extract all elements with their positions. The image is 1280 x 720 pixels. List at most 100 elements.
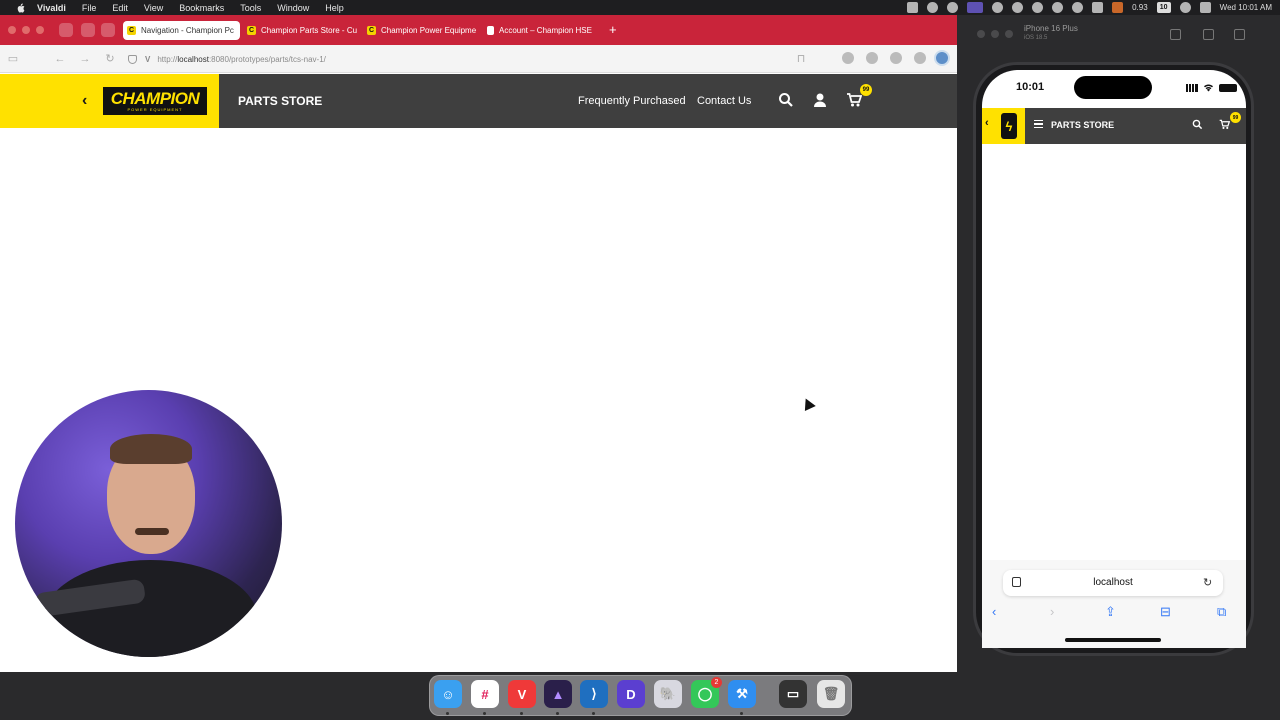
safari-bookmarks-icon[interactable]: ⊟ bbox=[1160, 604, 1171, 620]
home-icon[interactable] bbox=[1170, 29, 1181, 40]
trash-icon[interactable]: 🗑 bbox=[817, 680, 845, 708]
reload-icon[interactable]: ↻ bbox=[103, 52, 117, 66]
time-machine-icon[interactable] bbox=[947, 2, 959, 13]
vivaldi-menu-icon[interactable] bbox=[59, 23, 73, 37]
search-icon[interactable] bbox=[778, 92, 794, 108]
menu-help[interactable]: Help bbox=[325, 3, 344, 13]
sim-minimize-button[interactable] bbox=[991, 30, 999, 38]
moon-icon[interactable] bbox=[1052, 2, 1064, 13]
menubar-clock[interactable]: Wed 10:01 AM bbox=[1220, 3, 1272, 12]
extensions-puzzle-icon[interactable] bbox=[914, 52, 926, 64]
phone-status-icons bbox=[1186, 83, 1237, 92]
url-path: :8080/prototypes/parts/tcs-nav-1/ bbox=[208, 54, 326, 64]
menu-window[interactable]: Window bbox=[277, 3, 309, 13]
champion-favicon: C bbox=[127, 26, 136, 35]
extension-icon[interactable] bbox=[866, 52, 878, 64]
tab-parts-store[interactable]: C Champion Parts Store - Cu bbox=[243, 21, 358, 40]
account-icon[interactable] bbox=[812, 92, 828, 108]
sidebar-toggle-icon[interactable]: ▭ bbox=[6, 52, 20, 66]
safari-url-text[interactable]: localhost bbox=[1003, 577, 1223, 588]
vivaldi-icon[interactable]: V bbox=[508, 680, 536, 708]
cloud-icon[interactable] bbox=[890, 52, 902, 64]
camera-status-icon[interactable] bbox=[907, 2, 919, 13]
sim-close-button[interactable] bbox=[977, 30, 985, 38]
safari-reload-icon[interactable]: ↻ bbox=[1203, 576, 1212, 589]
menu-edit[interactable]: Edit bbox=[112, 3, 128, 13]
simulator-device-name: iPhone 16 Plus bbox=[1024, 24, 1078, 33]
new-tab-button[interactable]: + bbox=[609, 22, 617, 37]
window-minimize-button[interactable] bbox=[22, 26, 30, 34]
d-app-icon[interactable]: D bbox=[617, 680, 645, 708]
vscode-icon[interactable]: ⟩ bbox=[580, 680, 608, 708]
wifi-icon bbox=[1204, 84, 1213, 92]
safari-share-icon[interactable]: ⇪ bbox=[1105, 604, 1116, 620]
tab-stack-icon[interactable] bbox=[81, 23, 95, 37]
simulator-icon[interactable]: ▭ bbox=[779, 680, 807, 708]
safari-tabs-icon[interactable]: ⧉ bbox=[1217, 604, 1226, 620]
tab-account[interactable]: Account – Champion HSE bbox=[483, 21, 598, 40]
sim-zoom-button[interactable] bbox=[1005, 30, 1013, 38]
safari-forward-icon[interactable]: › bbox=[1050, 604, 1054, 619]
affinity-icon[interactable]: ▲ bbox=[544, 680, 572, 708]
screen-record-icon[interactable] bbox=[967, 2, 984, 13]
back-icon[interactable]: ← bbox=[53, 52, 67, 66]
tab-navigation[interactable]: C Navigation - Champion Pc bbox=[123, 21, 240, 40]
menu-file[interactable]: File bbox=[82, 3, 97, 13]
rotate-icon[interactable] bbox=[1234, 29, 1245, 40]
mobile-back-chevron-icon[interactable]: ‹ bbox=[985, 117, 989, 129]
phone-status-time: 10:01 bbox=[1016, 81, 1045, 93]
cart-icon[interactable] bbox=[846, 92, 862, 108]
menu-tools[interactable]: Tools bbox=[240, 3, 261, 13]
champion-logo[interactable]: CHAMPION POWER EQUIPMENT bbox=[103, 87, 207, 115]
profile-avatar[interactable] bbox=[934, 50, 950, 66]
menu-view[interactable]: View bbox=[144, 3, 163, 13]
nav-frequently-purchased[interactable]: Frequently Purchased bbox=[578, 95, 686, 107]
control-center-icon[interactable] bbox=[1199, 2, 1211, 13]
running-indicator bbox=[446, 712, 449, 715]
bookmark-icon[interactable]: ⊓ bbox=[794, 52, 808, 66]
screenshot-icon[interactable] bbox=[1203, 29, 1214, 40]
grammarly-icon[interactable] bbox=[927, 2, 939, 13]
champion-bolt-logo[interactable]: ϟ bbox=[1001, 113, 1017, 139]
presenter-mustache bbox=[135, 528, 169, 535]
workspaces-icon[interactable] bbox=[101, 23, 115, 37]
running-indicator bbox=[740, 712, 743, 715]
shield-icon[interactable] bbox=[128, 54, 137, 64]
google-icon[interactable] bbox=[1032, 2, 1044, 13]
window-close-button[interactable] bbox=[8, 26, 16, 34]
menu-bookmarks[interactable]: Bookmarks bbox=[179, 3, 224, 13]
nav-contact-us[interactable]: Contact Us bbox=[697, 95, 751, 107]
url-prefix: http:// bbox=[157, 54, 178, 64]
hamburger-menu-icon[interactable] bbox=[1034, 120, 1043, 128]
apple-menu-icon[interactable] bbox=[13, 1, 27, 15]
calendar-badge-icon[interactable]: 10 bbox=[1156, 2, 1171, 13]
tab-label: Champion Power Equipme bbox=[381, 26, 477, 35]
menu-app-name[interactable]: Vivaldi bbox=[37, 3, 66, 13]
home-indicator bbox=[1065, 638, 1161, 642]
battery-icon bbox=[1219, 83, 1237, 92]
finder-icon[interactable]: ☺ bbox=[434, 680, 462, 708]
url-input[interactable]: V http:// localhost :8080/prototypes/par… bbox=[128, 50, 812, 68]
extension-icon[interactable] bbox=[842, 52, 854, 64]
safari-back-icon[interactable]: ‹ bbox=[992, 604, 996, 619]
xcode-icon[interactable]: ⚒ bbox=[728, 680, 756, 708]
slack-icon[interactable]: # bbox=[471, 680, 499, 708]
signal-icon bbox=[1186, 83, 1198, 92]
focus-icon[interactable] bbox=[992, 2, 1004, 13]
champion-favicon: C bbox=[367, 26, 376, 35]
tableplus-icon[interactable]: 🐘 bbox=[654, 680, 682, 708]
mobile-cart-icon[interactable] bbox=[1219, 119, 1230, 130]
forward-icon[interactable]: → bbox=[78, 52, 92, 66]
back-chevron-icon[interactable]: ‹ bbox=[82, 92, 87, 110]
openai-icon[interactable] bbox=[1012, 2, 1024, 13]
lock-favicon bbox=[487, 26, 494, 35]
sync-icon[interactable] bbox=[1072, 2, 1084, 13]
tab-power-equipment[interactable]: C Champion Power Equipme bbox=[363, 21, 478, 40]
wifi-icon[interactable] bbox=[1179, 2, 1191, 13]
mobile-search-icon[interactable] bbox=[1192, 119, 1203, 130]
istat-value: 0.93 bbox=[1132, 3, 1148, 12]
logo-block: ‹ CHAMPION POWER EQUIPMENT bbox=[0, 74, 219, 128]
istat-menu-icon[interactable] bbox=[1112, 2, 1124, 13]
game-controller-icon[interactable] bbox=[1092, 2, 1104, 13]
window-zoom-button[interactable] bbox=[36, 26, 44, 34]
